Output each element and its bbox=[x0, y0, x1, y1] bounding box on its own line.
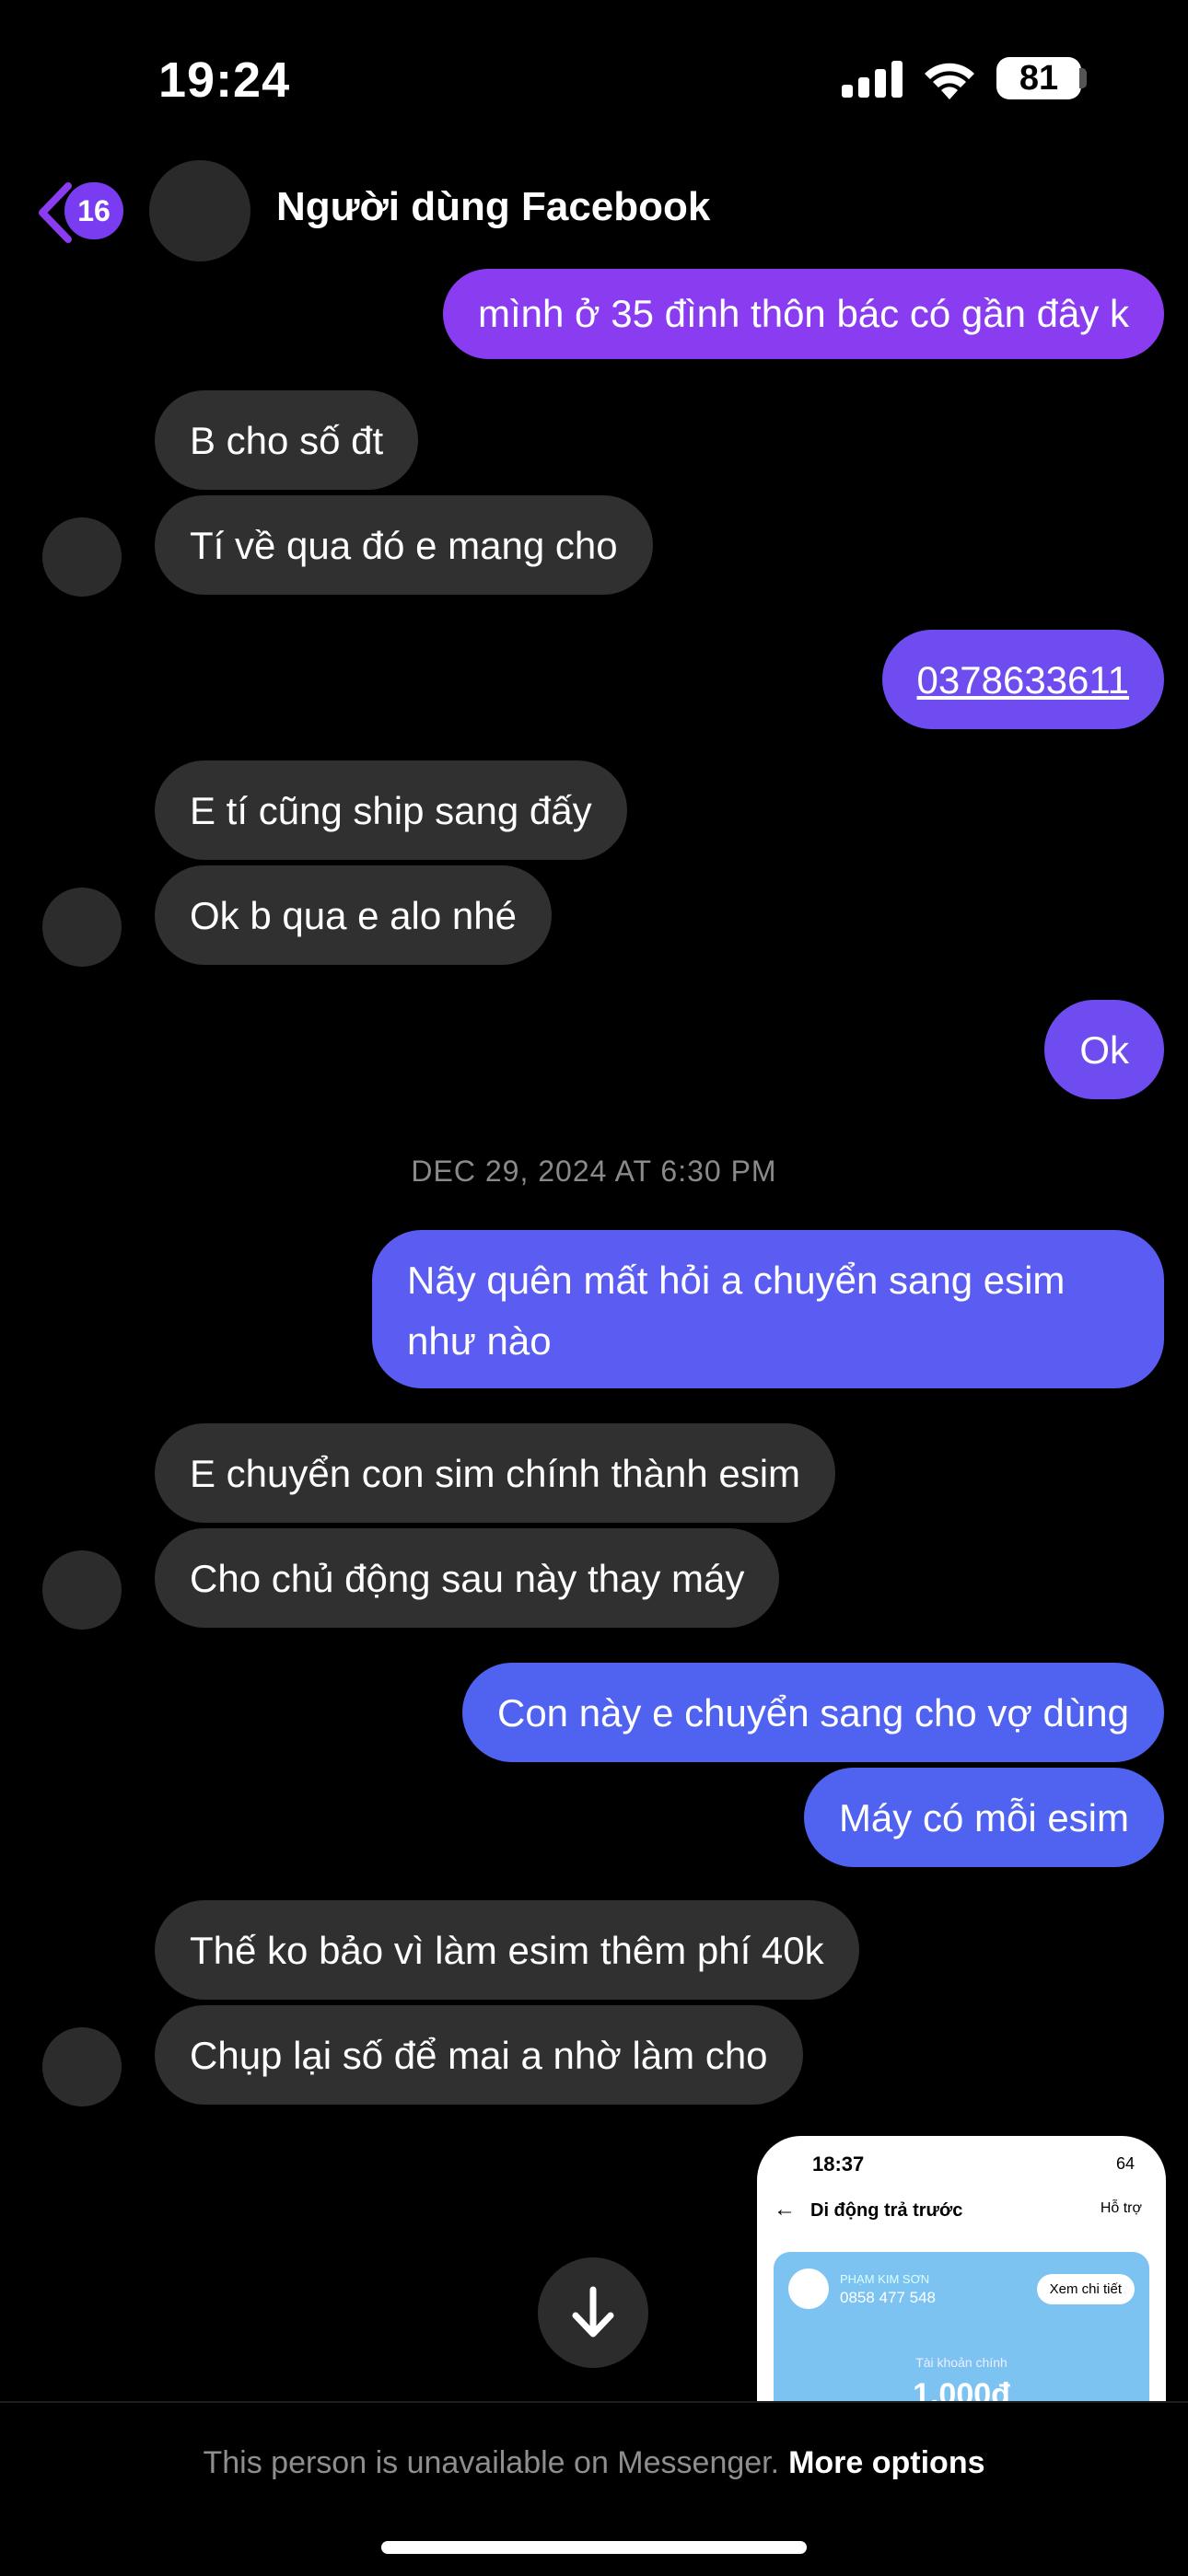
message-outgoing[interactable]: Con này e chuyển sang cho vợ dùng bbox=[461, 1663, 1164, 1762]
sender-avatar[interactable] bbox=[42, 1550, 122, 1630]
cellular-signal-icon bbox=[842, 61, 903, 98]
message-incoming[interactable]: B cho số đt bbox=[155, 390, 419, 490]
attachment-screen-title: Di động trả trước bbox=[810, 2200, 963, 2221]
status-bar: 19:24 81 bbox=[0, 0, 1188, 157]
home-indicator[interactable] bbox=[381, 2541, 807, 2554]
attachment-back-arrow-icon: ← bbox=[774, 2197, 796, 2222]
attachment-account-card: PHẠM KIM SƠN 0858 477 548 Xem chi tiết T… bbox=[774, 2252, 1149, 2403]
sender-avatar[interactable] bbox=[42, 2027, 122, 2106]
message-outgoing[interactable]: mình ở 35 đình thôn bác có gần đây k bbox=[442, 269, 1164, 359]
contact-name[interactable]: Người dùng Facebook bbox=[276, 184, 710, 230]
message-incoming[interactable]: E tí cũng ship sang đấy bbox=[155, 760, 627, 860]
message-outgoing[interactable]: Nãy quên mất hỏi a chuyển sang esim như … bbox=[372, 1230, 1164, 1388]
unavailable-text: This person is unavailable on Messenger. bbox=[203, 2445, 780, 2480]
arrow-down-icon bbox=[572, 2286, 614, 2338]
message-incoming[interactable]: Thế ko bảo vì làm esim thêm phí 40k bbox=[155, 1900, 859, 2000]
attachment-name: PHẠM KIM SƠN bbox=[840, 2272, 930, 2286]
status-time: 19:24 bbox=[158, 52, 291, 108]
more-options-link[interactable]: More options bbox=[788, 2445, 984, 2480]
message-incoming[interactable]: Tí về qua đó e mang cho bbox=[155, 495, 653, 595]
conversation-header: 16 Người dùng Facebook bbox=[0, 157, 1188, 267]
date-separator: DEC 29, 2024 AT 6:30 PM bbox=[411, 1155, 777, 1188]
scroll-to-bottom-button[interactable] bbox=[538, 2257, 648, 2368]
attachment-number: 0858 477 548 bbox=[840, 2289, 936, 2306]
composer-footer: This person is unavailable on Messenger.… bbox=[0, 2401, 1188, 2576]
battery-indicator: 81 bbox=[996, 57, 1081, 99]
sender-avatar[interactable] bbox=[42, 888, 122, 967]
message-incoming[interactable]: Ok b qua e alo nhé bbox=[155, 865, 552, 965]
unread-count-badge[interactable]: 16 bbox=[64, 182, 123, 239]
attachment-account-label: Tài khoản chính bbox=[915, 2355, 1007, 2370]
unavailable-notice: This person is unavailable on Messenger.… bbox=[0, 2445, 1188, 2481]
attachment-support: Hỗ trợ bbox=[1100, 2200, 1142, 2216]
wifi-icon bbox=[925, 63, 974, 99]
attachment-user-icon bbox=[788, 2269, 829, 2309]
message-incoming[interactable]: Cho chủ động sau này thay máy bbox=[155, 1528, 780, 1628]
attachment-detail-button: Xem chi tiết bbox=[1036, 2274, 1135, 2304]
message-outgoing[interactable]: Máy có mỗi esim bbox=[803, 1768, 1164, 1867]
message-outgoing[interactable]: Ok bbox=[1044, 1000, 1164, 1099]
attachment-battery: 64 bbox=[1115, 2154, 1135, 2173]
image-attachment[interactable]: 18:37 64 ← Di động trả trước Hỗ trợ PHẠM… bbox=[757, 2136, 1166, 2403]
message-incoming[interactable]: Chụp lại số để mai a nhờ làm cho bbox=[155, 2005, 803, 2105]
message-incoming[interactable]: E chuyển con sim chính thành esim bbox=[155, 1423, 836, 1523]
attachment-time: 18:37 bbox=[812, 2152, 865, 2176]
battery-tip bbox=[1079, 68, 1087, 88]
contact-avatar[interactable] bbox=[149, 160, 250, 261]
attachment-balance: 1.000đ bbox=[913, 2377, 1010, 2403]
phone-number-link[interactable]: 0378633611 bbox=[881, 630, 1164, 729]
sender-avatar[interactable] bbox=[42, 517, 122, 597]
